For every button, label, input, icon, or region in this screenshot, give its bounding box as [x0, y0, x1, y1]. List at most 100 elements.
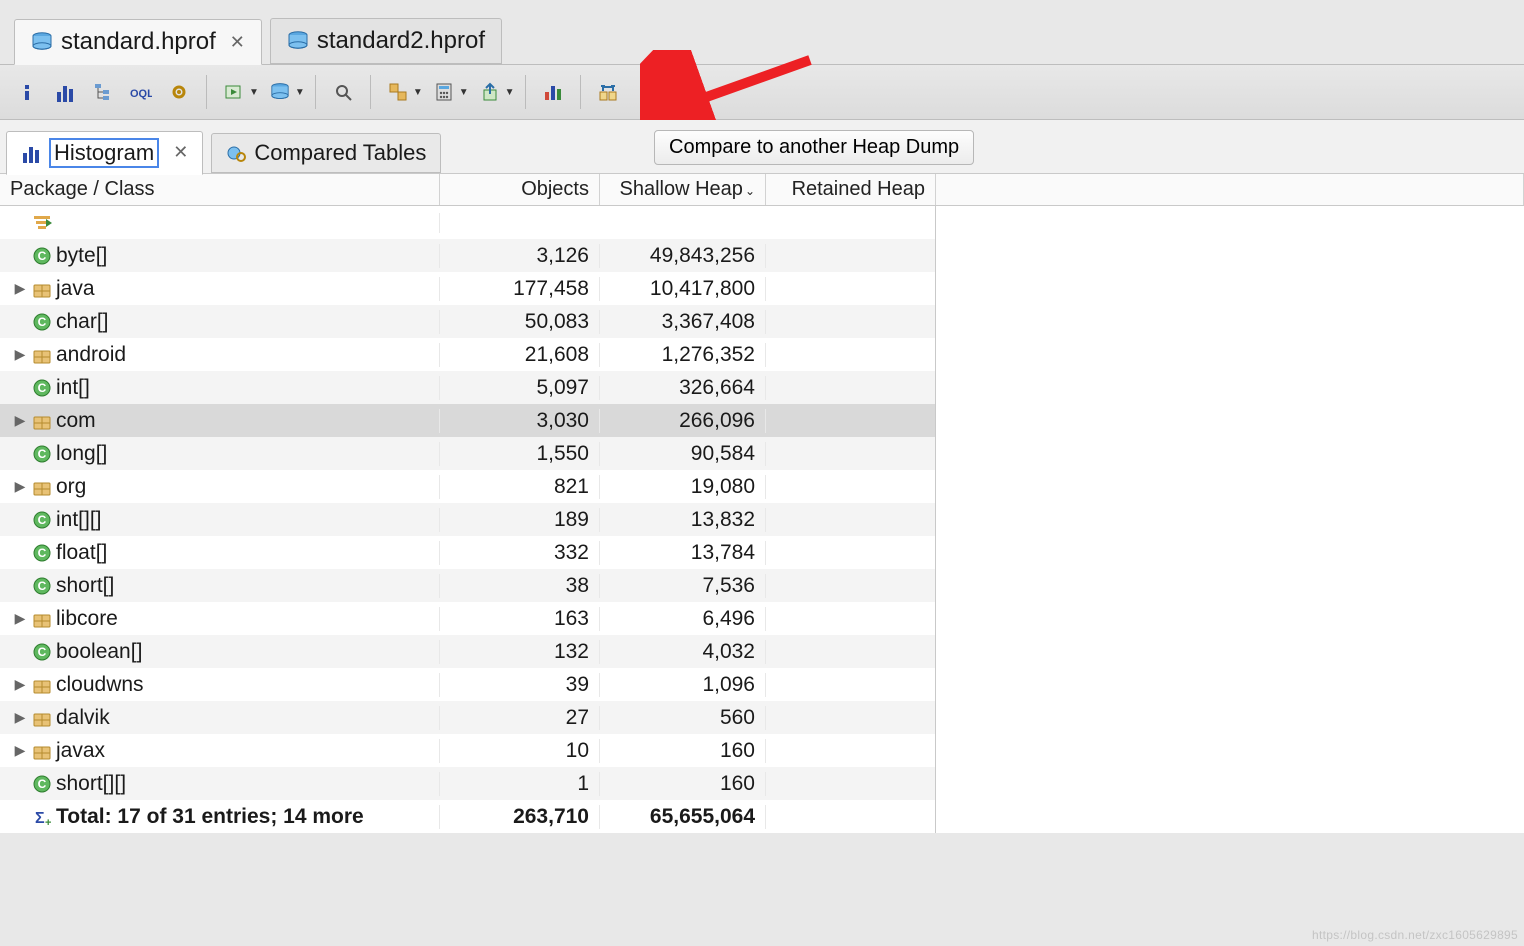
view-tabs-bar: Histogram ✕ Compared Tables Compare to a… [0, 120, 1524, 174]
table-row[interactable]: boolean[] 132 4,032 [0, 635, 935, 668]
row-shallow: 160 [600, 772, 766, 796]
table-row[interactable]: int[] 5,097 326,664 [0, 371, 935, 404]
compare-heap-dump-button[interactable]: Compare to another Heap Dump [654, 130, 974, 165]
row-name: byte[] [56, 244, 107, 268]
db-query-dropdown[interactable]: ▼ [263, 75, 305, 109]
row-objects: 5,097 [440, 376, 600, 400]
total-row: Total: 17 of 31 entries; 14 more 263,710… [0, 800, 935, 833]
table-header: Package / Class Objects Shallow Heap⌄ Re… [0, 174, 1524, 206]
tab-label: Compared Tables [254, 140, 426, 166]
row-objects: 50,083 [440, 310, 600, 334]
calculator-icon [434, 82, 454, 102]
row-shallow: 7,536 [600, 574, 766, 598]
info-button[interactable] [10, 75, 44, 109]
expand-toggle[interactable]: ▶ [12, 478, 28, 495]
table-row[interactable]: ▶ org 821 19,080 [0, 470, 935, 503]
dominator-tree-button[interactable] [86, 75, 120, 109]
oql-icon [130, 82, 152, 102]
table-row[interactable]: long[] 1,550 90,584 [0, 437, 935, 470]
histogram-table: Package / Class Objects Shallow Heap⌄ Re… [0, 174, 1524, 833]
total-objects: 263,710 [440, 805, 600, 829]
row-name: long[] [56, 442, 107, 466]
histogram-button[interactable] [48, 75, 82, 109]
search-icon [333, 82, 353, 102]
close-icon[interactable]: ✕ [230, 32, 245, 53]
class-icon [32, 246, 52, 266]
table-row[interactable]: ▶ com 3,030 266,096 [0, 404, 935, 437]
table-row[interactable]: ▶ java 177,458 10,417,800 [0, 272, 935, 305]
table-row[interactable]: int[][] 189 13,832 [0, 503, 935, 536]
table-row[interactable]: float[] 332 13,784 [0, 536, 935, 569]
expand-toggle[interactable]: ▶ [12, 412, 28, 429]
table-row[interactable]: byte[] 3,126 49,843,256 [0, 239, 935, 272]
compare-icon [598, 82, 618, 102]
table-row[interactable]: ▶ javax 10 160 [0, 734, 935, 767]
row-shallow: 6,496 [600, 607, 766, 631]
class-icon [32, 774, 52, 794]
close-icon[interactable]: ✕ [173, 142, 188, 163]
filter-row [0, 206, 935, 239]
file-tab-standard2[interactable]: standard2.hprof [270, 18, 502, 64]
row-shallow: 160 [600, 739, 766, 763]
expand-toggle[interactable]: ▶ [12, 280, 28, 297]
expand-toggle[interactable]: ▶ [12, 709, 28, 726]
database-icon [31, 31, 53, 53]
total-shallow: 65,655,064 [600, 805, 766, 829]
calculator-dropdown[interactable]: ▼ [427, 75, 469, 109]
chevron-down-icon: ▼ [295, 87, 305, 98]
chart-icon [543, 82, 563, 102]
table-row[interactable]: ▶ dalvik 27 560 [0, 701, 935, 734]
row-name: cloudwns [56, 673, 144, 697]
export-dropdown[interactable]: ▼ [473, 75, 515, 109]
tab-histogram[interactable]: Histogram ✕ [6, 131, 203, 175]
column-header-name[interactable]: Package / Class [0, 174, 440, 205]
table-row[interactable]: ▶ libcore 163 6,496 [0, 602, 935, 635]
row-shallow: 266,096 [600, 409, 766, 433]
run-query-dropdown[interactable]: ▼ [217, 75, 259, 109]
class-icon [32, 543, 52, 563]
total-label: Total: 17 of 31 entries; 14 more [56, 805, 364, 829]
table-row[interactable]: short[] 38 7,536 [0, 569, 935, 602]
row-shallow: 19,080 [600, 475, 766, 499]
column-header-objects[interactable]: Objects [440, 174, 600, 205]
row-shallow: 13,832 [600, 508, 766, 532]
file-tab-standard[interactable]: standard.hprof ✕ [14, 19, 262, 65]
search-button[interactable] [326, 75, 360, 109]
oql-button[interactable] [124, 75, 158, 109]
chevron-down-icon: ▼ [459, 87, 469, 98]
package-icon [32, 675, 52, 695]
chevron-down-icon: ▼ [413, 87, 423, 98]
compare-basket-button[interactable] [591, 75, 625, 109]
sigma-icon [32, 807, 52, 827]
class-icon [32, 576, 52, 596]
row-objects: 3,030 [440, 409, 600, 433]
group-dropdown[interactable]: ▼ [381, 75, 423, 109]
table-row[interactable]: char[] 50,083 3,367,408 [0, 305, 935, 338]
table-row[interactable]: ▶ android 21,608 1,276,352 [0, 338, 935, 371]
gear-button[interactable] [162, 75, 196, 109]
row-objects: 1,550 [440, 442, 600, 466]
row-name: boolean[] [56, 640, 142, 664]
row-name: dalvik [56, 706, 110, 730]
tree-icon [93, 82, 113, 102]
column-header-shallow[interactable]: Shallow Heap⌄ [600, 174, 766, 205]
table-body: byte[] 3,126 49,843,256 ▶ java 177,458 1… [0, 206, 936, 833]
expand-toggle[interactable]: ▶ [12, 742, 28, 759]
chevron-down-icon: ▼ [505, 87, 515, 98]
column-header-retained[interactable]: Retained Heap [766, 174, 936, 205]
expand-toggle[interactable]: ▶ [12, 346, 28, 363]
toolbar: ▼ ▼ ▼ ▼ ▼ [0, 64, 1524, 120]
info-icon [17, 82, 37, 102]
row-name: int[] [56, 376, 90, 400]
expand-toggle[interactable]: ▶ [12, 676, 28, 693]
expand-toggle[interactable]: ▶ [12, 610, 28, 627]
table-row[interactable]: short[][] 1 160 [0, 767, 935, 800]
row-objects: 821 [440, 475, 600, 499]
table-row[interactable]: ▶ cloudwns 39 1,096 [0, 668, 935, 701]
row-objects: 177,458 [440, 277, 600, 301]
row-name: android [56, 343, 126, 367]
tab-compared-tables[interactable]: Compared Tables [211, 133, 441, 173]
row-shallow: 3,367,408 [600, 310, 766, 334]
row-objects: 189 [440, 508, 600, 532]
chart-button[interactable] [536, 75, 570, 109]
